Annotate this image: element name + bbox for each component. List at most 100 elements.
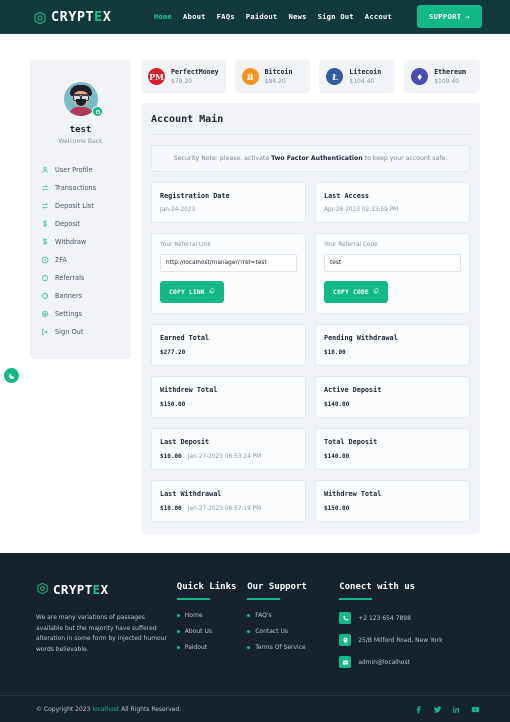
bullet-icon (247, 630, 251, 633)
footer-support-links: Our Support FAQ's Contact Us Terms Of Se… (247, 580, 339, 678)
quick-links-list: Home About Us Paidout (176, 612, 247, 651)
linkedin-icon[interactable] (452, 705, 461, 714)
stat-card-last-withdrawal: Last Withdrawal $10.00 Jan-27-2023 06:57:… (151, 480, 306, 522)
footer-heading: Quick Links (176, 582, 237, 592)
site-footer: CRYPTEX We are many variations of passag… (0, 553, 510, 722)
info-value: $10.00 Jan-27-2023 06:53:24 PM (160, 453, 297, 460)
last-access-card: Last Access Apr-28-2023 02:33:59 PM (315, 182, 470, 223)
info-label: Registration Date (160, 192, 230, 200)
crypto-card-ethereum[interactable]: ♦ Ethereum $109.40 (404, 60, 480, 93)
list-item[interactable]: About Us (176, 628, 247, 635)
nav-item-faqs[interactable]: FAQs (217, 12, 235, 21)
youtube-icon[interactable] (471, 705, 480, 714)
crypto-card-bitcoin[interactable]: Ƀ Bitcoin $84.20 (234, 60, 311, 93)
footer-brand-column: CRYPTEX We are many variations of passag… (36, 580, 177, 678)
contact-phone[interactable]: +2 123 654 7898 (339, 612, 480, 624)
twitter-icon[interactable] (433, 705, 442, 714)
nav-item-news[interactable]: News (288, 12, 306, 21)
contact-text: admin@localhost (358, 658, 410, 666)
ethereum-icon: ♦ (411, 68, 429, 85)
sidebar-item-sign-out[interactable]: Sign Out (41, 323, 131, 341)
list-item[interactable]: Home (176, 612, 247, 619)
referral-link-label: Your Referral Link (160, 242, 211, 248)
exchange-icon (41, 184, 49, 192)
security-note-prefix: Security Note: please, activate (173, 155, 272, 162)
user-icon (41, 166, 49, 174)
sidebar-item-label: User Profile (55, 166, 93, 174)
contact-address[interactable]: 25/B Milford Road, New York (339, 634, 480, 646)
quick-link[interactable]: Paidout (185, 644, 207, 651)
sidebar-item-transactions[interactable]: Transactions (41, 179, 131, 197)
sidebar-item-label: Deposit (55, 220, 81, 228)
copy-icon (209, 288, 215, 296)
info-label: Last Access (324, 192, 370, 200)
sidebar-item-settings[interactable]: Settings (41, 305, 131, 323)
sidebar-item-label: Deposit List (55, 202, 94, 210)
heading-underline (176, 598, 210, 600)
bitcoin-icon: Ƀ (241, 68, 259, 85)
list-item[interactable]: Terms Of Service (247, 644, 339, 651)
facebook-icon[interactable] (414, 705, 423, 714)
nav-item-about[interactable]: About (183, 12, 206, 21)
bullet-icon (176, 646, 180, 649)
support-button[interactable]: SUPPORT → (416, 5, 482, 28)
coin-name: PerfectMoney (171, 68, 219, 76)
copy-code-button[interactable]: COPY CODE (324, 281, 388, 303)
referral-link-input[interactable] (160, 254, 297, 272)
crypto-price-row: PM PerfectMoney $79.20 Ƀ Bitcoin $84.20 (141, 60, 480, 93)
layout: test Welcome Back User Profile Transacti… (30, 60, 480, 534)
sidebar-welcome: Welcome Back (58, 138, 103, 145)
copy-link-button[interactable]: COPY LINK (160, 281, 224, 303)
nav-item-accout[interactable]: Accout (365, 12, 392, 21)
gear-icon (41, 310, 49, 318)
dollar-icon (41, 238, 49, 246)
sidebar-item-deposit[interactable]: Deposit (41, 215, 131, 233)
nav-item-home[interactable]: Home (154, 12, 172, 21)
sidebar-item-label: Withdraw (55, 238, 87, 246)
info-label: Pending Withdrawal (324, 334, 398, 342)
brand-wordmark: CRYPTEX (51, 8, 112, 25)
sidebar-item-user-profile[interactable]: User Profile (41, 161, 131, 179)
nav-item-paidout[interactable]: Paidout (246, 12, 278, 21)
header-brand[interactable]: CRYPTEX (33, 9, 111, 25)
page-root: CRYPTEX Home About FAQs Paidout News Sig… (0, 0, 510, 722)
sidebar-item-banners[interactable]: Banners (41, 287, 131, 305)
sidebar-item-referrals[interactable]: Referrals (41, 269, 131, 287)
copyright-text: © Copyright 2023 localhost All Rights Re… (36, 705, 182, 713)
info-label: Active Deposit (324, 386, 382, 394)
coin-price: $84.20 (264, 78, 286, 85)
info-value: $277.20 (160, 349, 297, 356)
sidebar-username: test (69, 125, 92, 135)
crypto-card-litecoin[interactable]: Ł Litecoin $104.40 (319, 60, 396, 93)
account-main-panel: Account Main Security Note: please, acti… (141, 103, 480, 534)
sidebar-item-label: Banners (55, 292, 83, 300)
support-link[interactable]: Terms Of Service (255, 644, 306, 651)
footer-heading: Our Support (247, 582, 307, 592)
list-item[interactable]: Contact Us (247, 628, 339, 635)
stat-timestamp: Jan-27-2023 06:57:19 PM (187, 506, 262, 512)
quick-link[interactable]: About Us (185, 628, 212, 635)
camera-icon[interactable] (92, 106, 103, 117)
sidebar-item-deposit-list[interactable]: Deposit List (41, 197, 131, 215)
copyright-host[interactable]: localhost (92, 706, 119, 713)
nav-item-sign-out[interactable]: Sign Out (318, 12, 354, 21)
footer-quick-links: Quick Links Home About Us Paidout (176, 580, 247, 678)
footer-brand[interactable]: CRYPTEX (36, 580, 177, 599)
sidebar-item-withdraw[interactable]: Withdraw (41, 233, 131, 251)
quick-link[interactable]: Home (185, 612, 203, 619)
referral-code-input[interactable] (324, 254, 461, 272)
sidebar: test Welcome Back User Profile Transacti… (30, 60, 131, 359)
stat-timestamp: Jan-27-2023 06:53:24 PM (187, 454, 262, 460)
crypto-card-perfectmoney[interactable]: PM PerfectMoney $79.20 (141, 60, 226, 93)
contact-email[interactable]: admin@localhost (339, 656, 480, 668)
info-value: $140.00 (324, 453, 461, 460)
list-item[interactable]: Paidout (176, 644, 247, 651)
footer-contact: Conect with us +2 123 654 7898 25/B Milf… (339, 580, 480, 678)
stat-card-withdrew-total: Withdrew Total $150.00 (151, 376, 306, 418)
sidebar-item-2fa[interactable]: 2FA (41, 251, 131, 269)
support-link[interactable]: FAQ's (255, 612, 271, 619)
stat-amount: $140.00 (324, 401, 350, 408)
registration-date-card: Registration Date Jan-24-2023 (151, 182, 306, 223)
support-link[interactable]: Contact Us (255, 628, 288, 635)
list-item[interactable]: FAQ's (247, 612, 339, 619)
